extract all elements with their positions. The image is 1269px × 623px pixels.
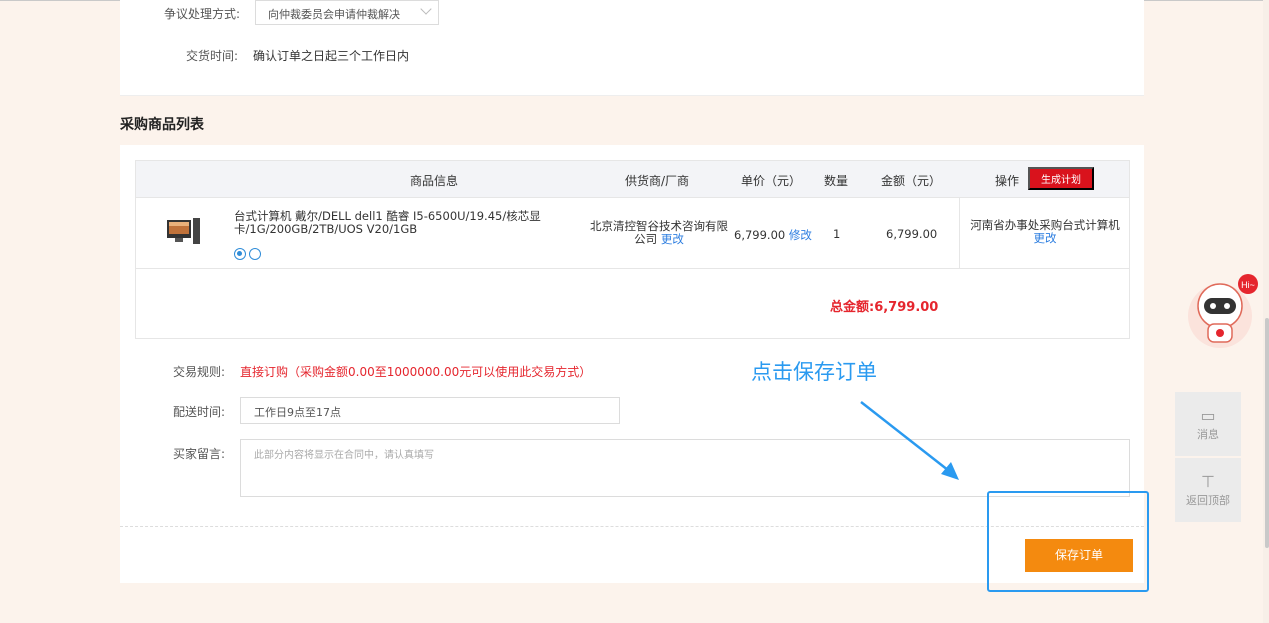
delivery-value: 确认订单之日起三个工作日内 bbox=[253, 49, 410, 63]
amount: 6,799.00 bbox=[886, 227, 938, 241]
order-info-card: 争议处理方式: 向仲裁委员会申请仲裁解决 交货时间: 确认订单之日起三个工作日内 bbox=[120, 0, 1144, 96]
robot-assistant-icon[interactable]: Hi~ bbox=[1186, 272, 1262, 356]
supplier-name: 北京清控智谷技术咨询有限公司 bbox=[590, 219, 728, 246]
table-header: 商品信息 供货商/厂商 单价（元） 数量 金额（元） 操作 生成计划 bbox=[136, 161, 1129, 198]
operation-cell: 河南省办事处采购台式计算机 更改 bbox=[959, 198, 1129, 268]
header-operation: 操作 bbox=[995, 174, 1020, 188]
dispute-label: 争议处理方式: bbox=[164, 7, 241, 21]
annotation-text: 点击保存订单 bbox=[751, 360, 877, 384]
energy-saving-icon bbox=[234, 247, 246, 260]
robot-badge: Hi~ bbox=[1241, 280, 1255, 290]
quantity: 1 bbox=[833, 227, 841, 241]
message-label: 买家留言: bbox=[173, 447, 226, 461]
unit-price: 6,799.00 bbox=[734, 228, 786, 242]
product-badges bbox=[234, 243, 264, 262]
operation-change-link[interactable]: 更改 bbox=[960, 232, 1130, 245]
scrollbar-thumb[interactable] bbox=[1265, 318, 1269, 548]
chevron-down-icon bbox=[420, 3, 432, 15]
price-edit-link[interactable]: 修改 bbox=[789, 228, 812, 242]
side-float-panel: ▭ 消息 ⊤ 返回顶部 bbox=[1175, 392, 1241, 522]
arrow-up-icon: ⊤ bbox=[1201, 472, 1215, 491]
delivery-time-input[interactable]: 工作日9点至17点 bbox=[240, 397, 620, 424]
rule-value: 直接订购（采购金额0.00至1000000.00元可以使用此交易方式） bbox=[240, 365, 592, 379]
buyer-message-textarea[interactable]: 此部分内容将显示在合同中，请认真填写 bbox=[240, 439, 1130, 497]
header-supplier: 供货商/厂商 bbox=[625, 174, 690, 188]
generate-plan-button[interactable]: 生成计划 bbox=[1028, 167, 1094, 190]
supplier-cell: 北京清控智谷技术咨询有限公司 更改 bbox=[588, 220, 730, 246]
environment-icon bbox=[249, 247, 261, 260]
annotation-highlight-box bbox=[987, 491, 1149, 592]
annotation-arrow-icon bbox=[860, 401, 959, 480]
dispute-value: 向仲裁委员会申请仲裁解决 bbox=[268, 8, 400, 21]
section-title: 采购商品列表 bbox=[120, 117, 204, 133]
delivery-time-label: 配送时间: bbox=[173, 405, 226, 419]
supplier-change-link[interactable]: 更改 bbox=[661, 232, 684, 246]
header-qty: 数量 bbox=[824, 174, 849, 188]
total-amount: 总金额:6,799.00 bbox=[830, 300, 939, 315]
product-table: 商品信息 供货商/厂商 单价（元） 数量 金额（元） 操作 生成计划 台式计算机… bbox=[135, 160, 1130, 339]
back-to-top-button[interactable]: ⊤ 返回顶部 bbox=[1175, 458, 1241, 522]
product-thumbnail[interactable] bbox=[167, 218, 202, 246]
header-amount: 金额（元） bbox=[881, 174, 942, 188]
back-to-top-label: 返回顶部 bbox=[1186, 494, 1230, 507]
side-message-button[interactable]: ▭ 消息 bbox=[1175, 392, 1241, 456]
price-cell: 6,799.00 修改 bbox=[734, 227, 812, 243]
side-message-label: 消息 bbox=[1197, 428, 1219, 441]
product-name[interactable]: 台式计算机 戴尔/DELL dell1 酷睿 I5-6500U/19.45/核芯… bbox=[234, 210, 586, 236]
rule-label: 交易规则: bbox=[173, 365, 226, 379]
dispute-select[interactable]: 向仲裁委员会申请仲裁解决 bbox=[255, 0, 439, 25]
delivery-label: 交货时间: bbox=[186, 49, 239, 63]
header-price: 单价（元） bbox=[741, 174, 802, 188]
chat-icon: ▭ bbox=[1200, 406, 1216, 425]
header-product: 商品信息 bbox=[410, 174, 459, 188]
table-row: 台式计算机 戴尔/DELL dell1 酷睿 I5-6500U/19.45/核芯… bbox=[136, 198, 1129, 269]
